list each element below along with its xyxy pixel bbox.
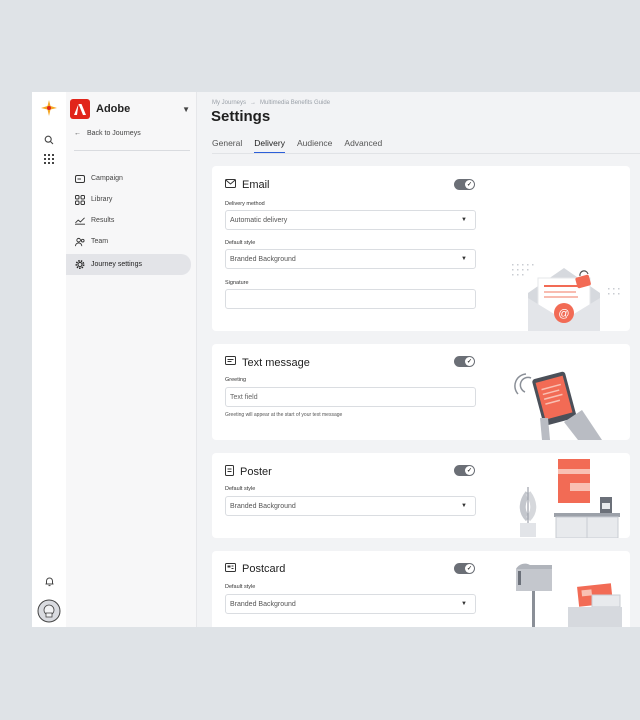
postcard-toggle[interactable]: ✓ — [454, 563, 475, 574]
arrow-left-icon: ← — [74, 130, 81, 137]
text-card-title: Text message — [242, 356, 310, 369]
email-default-style-value: Branded Background — [230, 255, 296, 263]
sidebar: Adobe ▼ ← Back to Journeys Campaign Libr… — [66, 92, 197, 627]
brand-name: Adobe — [96, 103, 131, 115]
sidebar-item-label: Results — [91, 217, 115, 224]
delivery-method-select[interactable]: Automatic delivery ▼ — [225, 210, 476, 230]
phone-illustration — [514, 371, 602, 440]
sidebar-item-label: Journey settings — [91, 261, 142, 268]
sidebar-item-library[interactable]: Library — [66, 189, 197, 210]
sidebar-item-results[interactable]: Results — [66, 210, 197, 231]
postcard-default-style-value: Branded Background — [230, 600, 296, 608]
library-icon — [75, 194, 85, 205]
avatar[interactable] — [37, 599, 61, 623]
svg-text:@: @ — [558, 308, 569, 320]
bell-icon[interactable] — [40, 572, 58, 590]
postcard-illustration — [516, 563, 622, 627]
sidebar-item-label: Campaign — [91, 175, 123, 182]
adobe-logo-icon — [70, 99, 90, 119]
chevron-down-icon: ▼ — [461, 601, 467, 607]
chevron-down-icon: ▼ — [182, 104, 190, 114]
email-card: Email ✓ Delivery method Automatic delive… — [212, 166, 630, 331]
back-label: Back to Journeys — [87, 130, 141, 137]
breadcrumb: My Journeys → Multimedia Benefits Guide — [212, 100, 330, 106]
sidebar-item-label: Library — [91, 196, 113, 203]
main-content: My Journeys → Multimedia Benefits Guide … — [197, 92, 640, 627]
page-title: Settings — [211, 108, 271, 125]
postcard-default-style-select[interactable]: Branded Background ▼ — [225, 594, 476, 614]
postcard-card-title: Postcard — [242, 563, 286, 575]
results-icon — [75, 216, 85, 226]
tab-audience[interactable]: Audience — [297, 138, 332, 154]
envelope-icon — [225, 179, 236, 191]
arrow-right-icon: → — [250, 100, 257, 106]
poster-default-style-select[interactable]: Branded Background ▼ — [225, 496, 476, 516]
team-icon — [75, 237, 85, 247]
email-default-style-label: Default style — [225, 240, 256, 246]
back-to-journeys-link[interactable]: ← Back to Journeys — [74, 130, 141, 137]
tab-underline — [212, 153, 640, 154]
email-card-title: Email — [242, 179, 270, 191]
tab-general[interactable]: General — [212, 138, 242, 154]
poster-default-style-label: Default style — [225, 486, 256, 492]
tab-bar: General Delivery Audience Advanced — [212, 138, 382, 154]
icon-rail — [32, 92, 66, 627]
sidebar-item-campaign[interactable]: Campaign — [66, 168, 197, 189]
postcard-icon — [225, 563, 236, 575]
poster-card-header: Poster — [225, 465, 272, 479]
email-toggle[interactable]: ✓ — [454, 179, 475, 190]
delivery-method-label: Delivery method — [225, 201, 265, 207]
greeting-label: Greeting — [225, 377, 247, 383]
signature-input[interactable] — [225, 289, 476, 309]
email-illustration: @ — [512, 264, 620, 331]
text-message-card: Text message ✓ Greeting Text field Greet… — [212, 344, 630, 440]
postcard-card: Postcard ✓ Default style Branded Backgro… — [212, 551, 630, 627]
divider — [74, 150, 190, 151]
gear-icon — [75, 260, 85, 270]
signature-label: Signature — [225, 280, 249, 286]
apps-grid-icon[interactable] — [40, 150, 58, 168]
campaign-icon — [75, 174, 85, 184]
tab-delivery[interactable]: Delivery — [254, 138, 285, 154]
greeting-placeholder: Text field — [230, 393, 258, 401]
email-default-style-select[interactable]: Branded Background ▼ — [225, 249, 476, 269]
poster-card-title: Poster — [240, 466, 272, 478]
poster-toggle[interactable]: ✓ — [454, 465, 475, 476]
check-icon: ✓ — [465, 180, 474, 189]
poster-default-style-value: Branded Background — [230, 502, 296, 510]
check-icon: ✓ — [465, 357, 474, 366]
poster-illustration — [519, 459, 620, 538]
greeting-help-text: Greeting will appear at the start of you… — [225, 412, 343, 418]
poster-card: Poster ✓ Default style Branded Backgroun… — [212, 453, 630, 538]
breadcrumb-item[interactable]: My Journeys — [212, 100, 246, 106]
text-card-header: Text message — [225, 356, 310, 369]
tab-advanced[interactable]: Advanced — [344, 138, 382, 154]
app-window: Adobe ▼ ← Back to Journeys Campaign Libr… — [32, 92, 640, 627]
delivery-method-value: Automatic delivery — [230, 216, 288, 224]
check-icon: ✓ — [465, 466, 474, 475]
sidebar-item-journey-settings[interactable]: Journey settings — [66, 254, 191, 275]
greeting-input[interactable]: Text field — [225, 387, 476, 407]
text-message-toggle[interactable]: ✓ — [454, 356, 475, 367]
chevron-down-icon: ▼ — [461, 503, 467, 509]
brand-switcher[interactable]: Adobe ▼ — [70, 99, 192, 119]
email-card-header: Email — [225, 179, 270, 191]
check-icon: ✓ — [465, 564, 474, 573]
postcard-card-header: Postcard — [225, 563, 285, 575]
starburst-logo-icon[interactable] — [40, 99, 58, 117]
chevron-down-icon: ▼ — [461, 217, 467, 223]
sidebar-item-team[interactable]: Team — [66, 231, 197, 252]
chevron-down-icon: ▼ — [461, 256, 467, 262]
sidebar-item-label: Team — [91, 238, 109, 245]
message-icon — [225, 356, 236, 369]
search-icon[interactable] — [40, 131, 58, 149]
breadcrumb-item[interactable]: Multimedia Benefits Guide — [260, 100, 330, 106]
postcard-default-style-label: Default style — [225, 584, 256, 590]
poster-icon — [225, 465, 234, 479]
sidebar-nav: Campaign Library Results Team Journey se… — [66, 168, 197, 275]
